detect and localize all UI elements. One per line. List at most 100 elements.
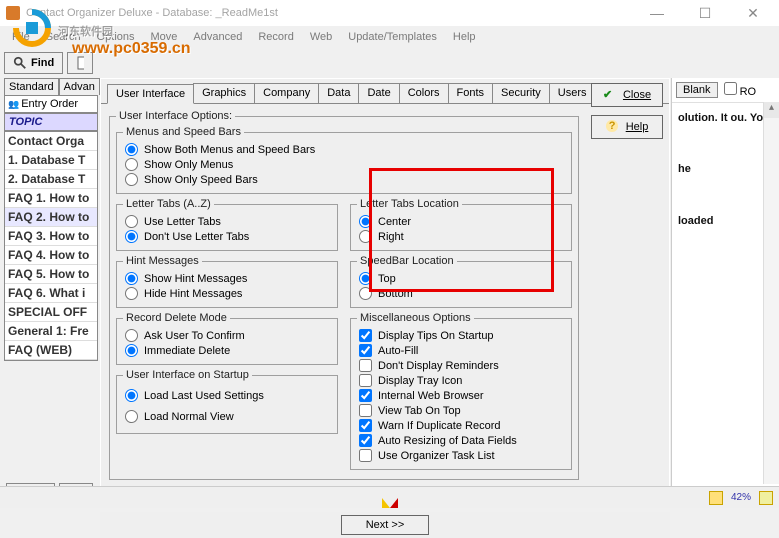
entry-order-selector[interactable]: 👥 Entry Order [4,95,98,113]
hint-messages-group: Hint Messages Show Hint Messages Hide Hi… [116,255,338,308]
menu-update-templates[interactable]: Update/Templates [340,29,445,45]
radio-sb-bottom[interactable]: Bottom [357,286,565,301]
tab-graphics[interactable]: Graphics [193,83,255,103]
left-panel: Standard Advan 👥 Entry Order TOPIC Conta… [4,78,98,508]
list-item[interactable]: General 1: Fre [5,322,97,341]
radio-lt-center[interactable]: Center [357,214,565,229]
next-button[interactable]: Next >> [341,515,430,535]
dialog-tabs: User Interface Graphics Company Data Dat… [101,79,669,104]
speedbar-location-group: SpeedBar Location Top Bottom [350,255,572,308]
status-icon [709,491,723,505]
entry-order-label: Entry Order [21,98,78,110]
tab-standard[interactable]: Standard [4,78,59,95]
dialog-close-button[interactable]: Close [591,83,663,107]
ui-options-group: User Interface Options: Menus and Speed … [109,110,579,480]
check-auto-fill[interactable]: Auto-Fill [357,343,565,358]
scroll-up-icon[interactable]: ▴ [764,102,779,118]
list-item[interactable]: FAQ 5. How to [5,265,97,284]
list-item[interactable]: FAQ 4. How to [5,246,97,265]
people-icon: 👥 [8,99,19,110]
find-label: Find [31,57,54,69]
find-icon [13,56,27,70]
radio-load-normal[interactable]: Load Normal View [123,406,331,427]
tab-date[interactable]: Date [358,83,399,103]
radio-load-last[interactable]: Load Last Used Settings [123,385,331,406]
check-dont-display-reminders[interactable]: Don't Display Reminders [357,358,565,373]
radio-show-speedbars[interactable]: Show Only Speed Bars [123,172,565,187]
radio-dont-use-letter-tabs[interactable]: Don't Use Letter Tabs [123,229,331,244]
radio-immediate-delete[interactable]: Immediate Delete [123,343,331,358]
startup-group: User Interface on Startup Load Last Used… [116,369,338,434]
check-internal-browser[interactable]: Internal Web Browser [357,388,565,403]
check-tips-startup[interactable]: Display Tips On Startup [357,328,565,343]
list-item[interactable]: FAQ 2. How to [5,208,97,227]
check-warn-duplicate[interactable]: Warn If Duplicate Record [357,418,565,433]
menu-file[interactable]: File [4,29,38,45]
document-icon [76,56,84,70]
menu-help[interactable]: Help [445,29,484,45]
tab-users[interactable]: Users [549,83,596,103]
radio-show-menus[interactable]: Show Only Menus [123,157,565,172]
list-item[interactable]: FAQ 1. How to [5,189,97,208]
help-icon [606,120,620,134]
maximize-button[interactable]: ☐ [685,5,725,22]
check-icon [603,88,617,102]
scrollbar[interactable]: ▴ [763,102,779,484]
menu-record[interactable]: Record [250,29,301,45]
list-item[interactable]: Contact Orga [5,132,97,151]
dialog-footer: Next >> [100,512,670,538]
tab-user-interface[interactable]: User Interface [107,84,194,104]
ui-options-legend: User Interface Options: [116,110,235,122]
radio-show-both[interactable]: Show Both Menus and Speed Bars [123,142,565,157]
topic-list[interactable]: Contact Orga 1. Database T 2. Database T… [4,131,98,361]
list-item[interactable]: 1. Database T [5,151,97,170]
close-window-button[interactable]: ✕ [733,5,773,22]
app-icon [6,6,20,20]
radio-hide-hints[interactable]: Hide Hint Messages [123,286,331,301]
tab-security[interactable]: Security [492,83,550,103]
minimize-button[interactable]: — [637,5,677,22]
status-icon [759,491,773,505]
radio-lt-right[interactable]: Right [357,229,565,244]
tab-advanced[interactable]: Advan [59,78,100,95]
tab-colors[interactable]: Colors [399,83,449,103]
watermark-url: www.pc0359.cn [72,40,191,58]
hint-legend: Hint Messages [123,255,202,267]
radio-ask-confirm[interactable]: Ask User To Confirm [123,328,331,343]
letter-tabs-legend: Letter Tabs (A..Z) [123,198,214,210]
misc-options-group: Miscellaneous Options Display Tips On St… [350,312,572,470]
radio-sb-top[interactable]: Top [357,271,565,286]
ro-checkbox[interactable]: RO [724,82,757,98]
list-item[interactable]: FAQ (WEB) [5,341,97,360]
delete-mode-group: Record Delete Mode Ask User To Confirm I… [116,312,338,365]
check-tray-icon[interactable]: Display Tray Icon [357,373,565,388]
find-button[interactable]: Find [4,52,63,74]
titlebar: Contact Organizer Deluxe - Database: _Re… [0,0,779,26]
misc-legend: Miscellaneous Options [357,312,474,324]
menus-speed-group: Menus and Speed Bars Show Both Menus and… [116,126,572,194]
check-task-list[interactable]: Use Organizer Task List [357,448,565,463]
check-view-tab-top[interactable]: View Tab On Top [357,403,565,418]
tab-data[interactable]: Data [318,83,359,103]
dialog-help-button[interactable]: Help [591,115,663,139]
radio-show-hints[interactable]: Show Hint Messages [123,271,331,286]
list-item[interactable]: FAQ 3. How to [5,227,97,246]
blank-button[interactable]: Blank [676,82,718,98]
letter-tabs-location-group: Letter Tabs Location Center Right [350,198,572,251]
list-item[interactable]: SPECIAL OFF [5,303,97,322]
tab-fonts[interactable]: Fonts [448,83,494,103]
list-item[interactable]: 2. Database T [5,170,97,189]
menu-web[interactable]: Web [302,29,340,45]
delete-legend: Record Delete Mode [123,312,230,324]
options-dialog: User Interface Graphics Company Data Dat… [100,78,670,508]
right-pane: Blank RO olution. It ou. You he loaded ▴ [671,78,779,508]
radio-use-letter-tabs[interactable]: Use Letter Tabs [123,214,331,229]
menu-advanced[interactable]: Advanced [185,29,250,45]
arrows-icon [382,498,398,508]
check-auto-resize[interactable]: Auto Resizing of Data Fields [357,433,565,448]
letter-tabs-group: Letter Tabs (A..Z) Use Letter Tabs Don't… [116,198,338,251]
topic-header: TOPIC [4,113,98,131]
tab-company[interactable]: Company [254,83,319,103]
list-item[interactable]: FAQ 6. What i [5,284,97,303]
window-title: Contact Organizer Deluxe - Database: _Re… [26,7,278,19]
